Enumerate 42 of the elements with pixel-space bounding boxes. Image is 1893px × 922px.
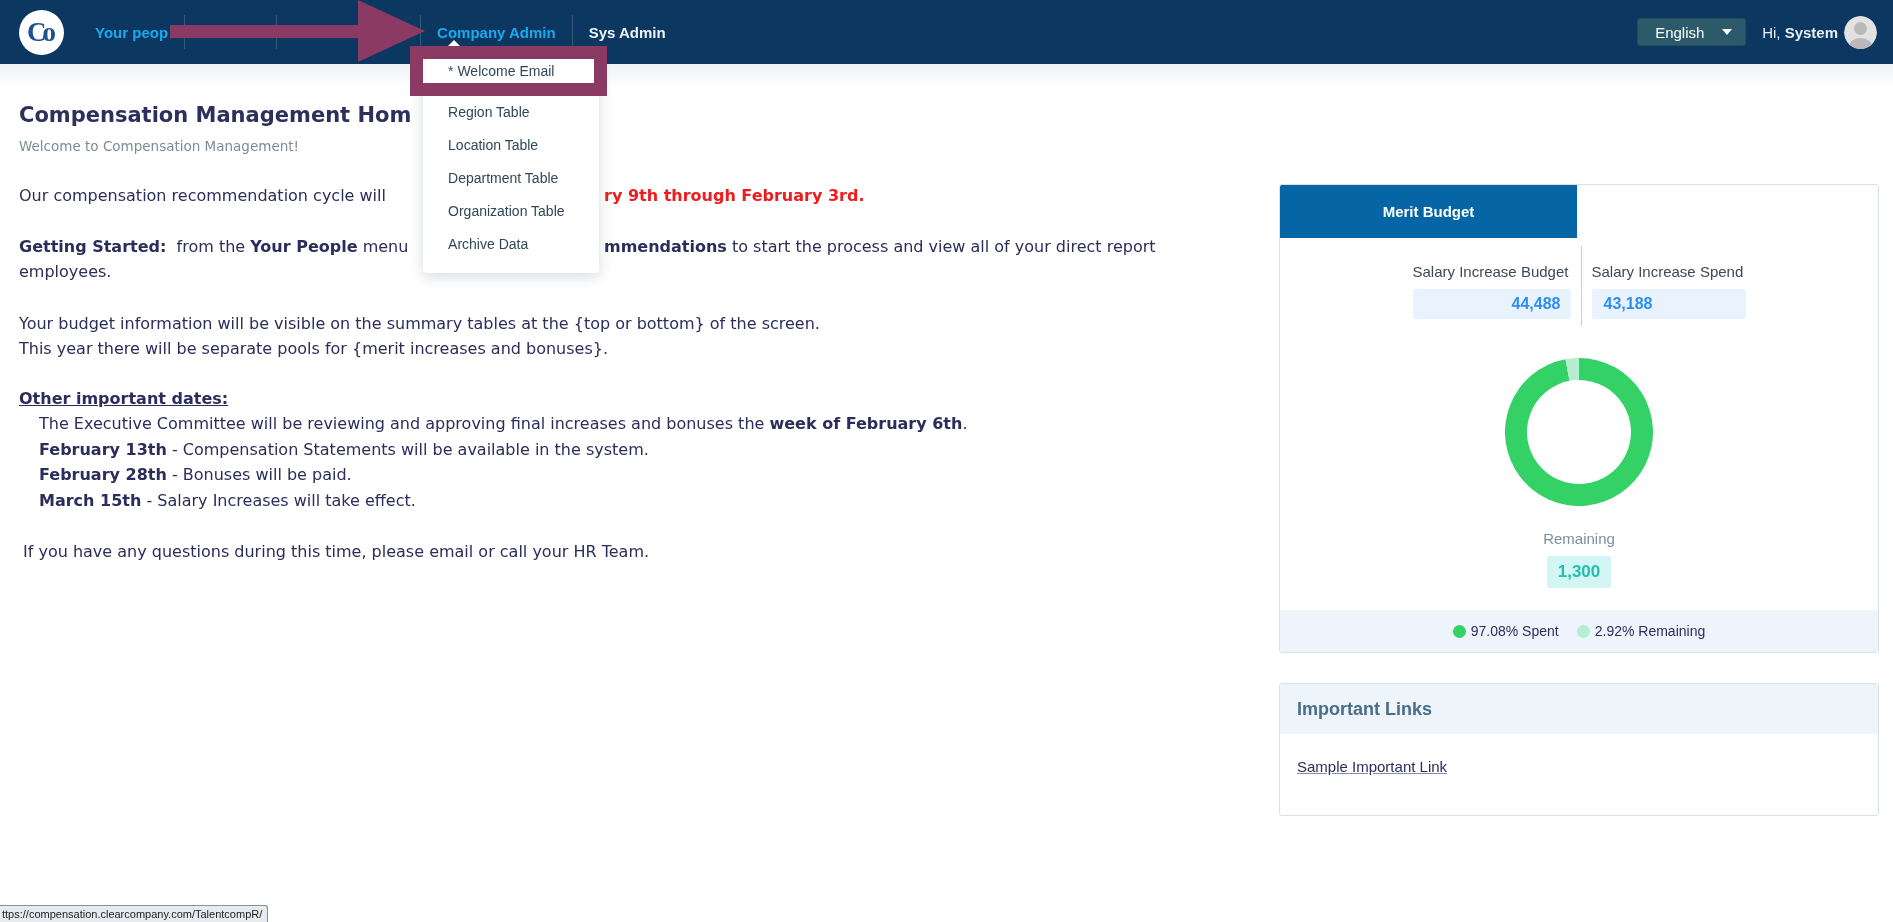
menu-item[interactable]: Location Table: [423, 129, 600, 162]
menu-item[interactable]: Archive Data: [423, 228, 600, 261]
links-card-header: Important Links: [1280, 684, 1878, 734]
tab[interactable]: Merit Budget: [1280, 185, 1577, 238]
instructions-text: employees.: [19, 261, 112, 283]
page-subtitle: Welcome to Compensation Management!: [19, 137, 299, 155]
link-url-status: ttps://compensation.clearcompany.com/TalentcompR/: [0, 905, 269, 922]
nav-link[interactable]: Company Admin: [421, 15, 572, 49]
nav-link[interactable]: Sys Admin: [572, 15, 682, 49]
budget-note-text: Your budget information will be visible on the summary tables at the {top or bottom} of the screen.: [19, 312, 820, 335]
date-item-text: The Executive Committee will be reviewing and approving final increases and bonuses the week of February 6th.: [38, 413, 968, 435]
page-title: Compensation Management Hom: [19, 102, 412, 129]
section-heading: Other important dates:: [19, 387, 229, 410]
date-item-text: March 15th - Salary Increases will take effect.: [38, 489, 416, 512]
menu-pointer-icon: [448, 40, 461, 46]
legend-label: 97.08% Spent: [1470, 623, 1559, 639]
user-avatar-icon[interactable]: [1844, 15, 1877, 49]
stat-label: Salary Increase Spend: [1591, 262, 1745, 282]
menu-item[interactable]: Department Table: [423, 162, 600, 195]
remaining-value: 1,300: [1546, 556, 1612, 588]
date-item-text: February 28th - Bonuses will be paid.: [38, 464, 352, 486]
date-item-text: February 13th - Compensation Statements will be available in the system.: [38, 438, 649, 461]
stat-value: 44,488: [1412, 289, 1571, 319]
instructions-text: mmendations to start the process and view all of your direct report: [604, 235, 1156, 258]
nav-link[interactable]: Your peop: [79, 15, 185, 49]
language-select[interactable]: English: [1637, 18, 1747, 46]
remaining-label: Remaining: [1543, 529, 1615, 549]
closing-text: If you have any questions during this time, please email or call your HR Team.: [22, 541, 650, 563]
menu-item[interactable]: Region Table: [423, 96, 600, 129]
instructions-text: Getting Started: from the Your People menu: [19, 235, 410, 258]
important-link[interactable]: Sample Important Link: [1297, 758, 1448, 775]
stat-value: 43,188: [1591, 289, 1746, 319]
intro-text: Our compensation recommendation cycle will: [19, 185, 387, 207]
menu-item[interactable]: * Welcome Email: [410, 46, 608, 96]
caret-down-icon: [1722, 29, 1733, 35]
user-greeting: Hi, System: [1762, 23, 1838, 41]
budget-note-text: This year there will be separate pools for {merit increases and bonuses}.: [19, 338, 609, 360]
menu-item[interactable]: Organization Table: [423, 195, 600, 228]
company-logo[interactable]: Co: [19, 9, 64, 55]
legend-label: 2.92% Remaining: [1594, 623, 1706, 639]
cycle-dates-text: ry 9th through February 3rd.: [604, 185, 865, 207]
stat-label: Salary Increase Budget: [1412, 262, 1570, 282]
